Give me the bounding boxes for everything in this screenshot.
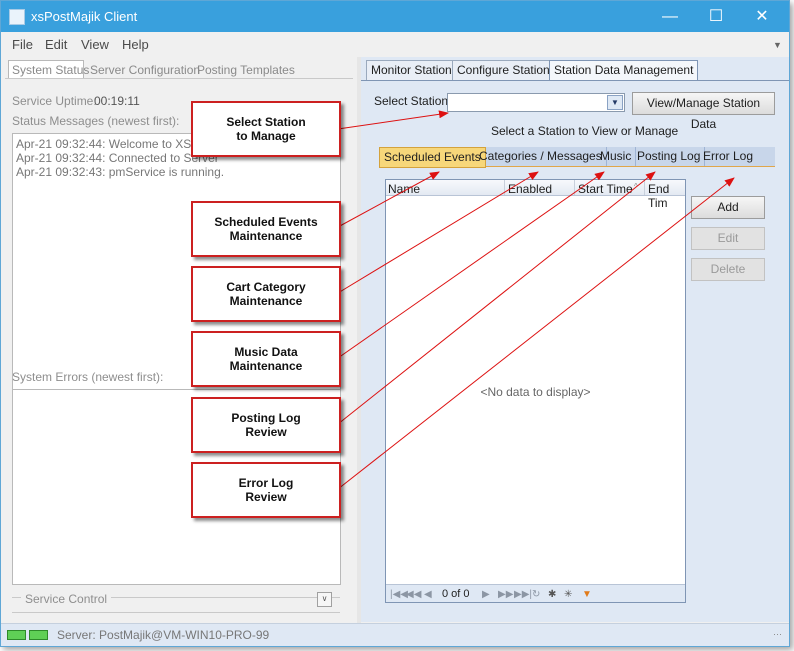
arrow-categories	[337, 171, 539, 294]
arrow-error-log	[337, 177, 735, 490]
callout-music-data: Music Data Maintenance	[191, 331, 341, 387]
callout-scheduled-events: Scheduled Events Maintenance	[191, 201, 341, 257]
arrow-music	[337, 171, 605, 359]
callout-error-log: Error Log Review	[191, 462, 341, 518]
arrow-posting-log	[337, 171, 656, 425]
callout-cart-category: Cart Category Maintenance	[191, 266, 341, 322]
arrow-select-station	[337, 110, 449, 130]
arrow-scheduled-events	[337, 171, 440, 228]
app-window: xsPostMajik Client — ☐ ✕ File Edit View …	[0, 0, 790, 647]
callout-posting-log: Posting Log Review	[191, 397, 341, 453]
callout-select-station: Select Station to Manage	[191, 101, 341, 157]
callout-arrows	[337, 110, 735, 490]
